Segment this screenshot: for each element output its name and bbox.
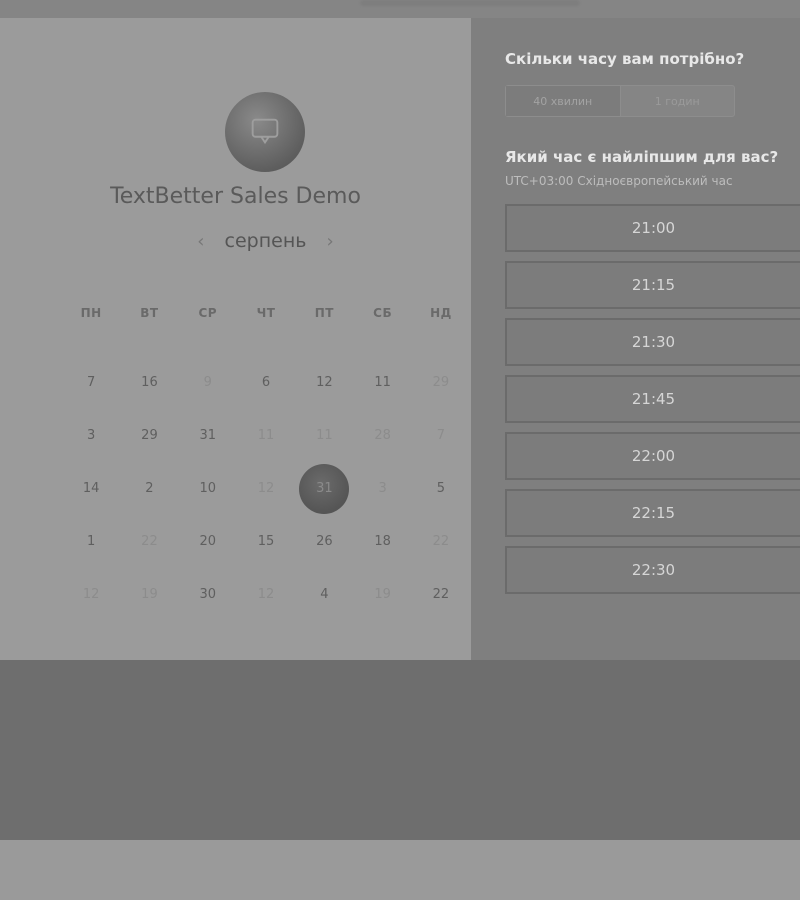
calendar-day: 7	[436, 428, 446, 443]
calendar-day[interactable]: 1	[62, 515, 120, 568]
time-slot-button[interactable]: 22:00	[505, 432, 800, 480]
calendar-day: 9	[203, 375, 212, 390]
calendar-day: 19	[374, 587, 391, 602]
calendar-day: 12	[257, 481, 275, 496]
calendar-day[interactable]: 7	[62, 356, 120, 409]
calendar-day: 3	[378, 481, 387, 496]
duration-question: Скільки часу вам потрібно?	[505, 50, 745, 68]
top-bar-blur	[360, 0, 580, 6]
chevron-left-icon[interactable]: ‹	[183, 231, 218, 252]
calendar-day: 22	[141, 534, 158, 549]
month-label: серпень	[224, 230, 307, 252]
duration-option[interactable]: 40 хвилин	[506, 86, 621, 116]
calendar-day: 12	[82, 587, 100, 602]
calendar-day[interactable]: 6	[237, 356, 295, 409]
calendar-day[interactable]: 31	[179, 409, 237, 462]
calendar-day[interactable]: 26	[295, 515, 353, 568]
calendar-panel: TextBetter Sales Demo ‹ серпень › ПН ВТ …	[0, 18, 471, 660]
calendar-day[interactable]: 3	[62, 409, 120, 462]
time-question: Який час є найліпшим для вас?	[505, 148, 779, 166]
chat-icon	[251, 118, 279, 145]
time-slot-button[interactable]: 21:00	[505, 204, 800, 252]
calendar-day[interactable]: 15	[237, 515, 295, 568]
calendar-day: 22	[432, 534, 450, 549]
calendar-grid: 7 16 9 6 12 11 29 3 29 31 11 11 28 7 14 …	[62, 356, 470, 621]
calendar-day[interactable]: 30	[179, 568, 237, 621]
calendar-day[interactable]: 29	[120, 409, 178, 462]
time-slot-button[interactable]: 22:30	[505, 546, 800, 594]
calendar-day[interactable]: 4	[295, 568, 353, 621]
month-navigation: ‹ серпень ›	[0, 230, 531, 252]
calendar-day[interactable]: 18	[353, 515, 411, 568]
calendar-day[interactable]: 11	[353, 356, 411, 409]
calendar-day[interactable]: 22	[412, 568, 470, 621]
calendar-day[interactable]: 5	[412, 462, 470, 515]
page-bottom	[0, 840, 800, 900]
calendar-day[interactable]: 16	[120, 356, 178, 409]
timezone-label[interactable]: UTC+03:00 Східноєвропейський час	[505, 174, 733, 188]
calendar-day[interactable]: 20	[179, 515, 237, 568]
calendar-day[interactable]: 2	[120, 462, 178, 515]
calendar-day: 29	[432, 375, 450, 390]
weekday-label: ВТ	[140, 306, 159, 320]
duration-option[interactable]: 1 годин	[621, 86, 735, 116]
calendar-day[interactable]: 14	[62, 462, 120, 515]
calendar-day[interactable]: 10	[179, 462, 237, 515]
time-slot-button[interactable]: 22:15	[505, 489, 800, 537]
time-slot-button[interactable]: 21:15	[505, 261, 800, 309]
calendar-day: 12	[257, 587, 275, 602]
time-slot-button[interactable]: 21:30	[505, 318, 800, 366]
weekday-label: СБ	[373, 306, 393, 320]
calendar-day: 19	[141, 587, 158, 602]
duration-selector: 40 хвилин 1 годин	[505, 85, 735, 117]
page-title: TextBetter Sales Demo	[110, 184, 361, 209]
calendar-day[interactable]: 12	[295, 356, 353, 409]
top-bar	[0, 0, 800, 18]
calendar-day: 11	[257, 428, 275, 443]
weekday-header: ПН ВТ СР ЧТ ПТ СБ НД	[62, 306, 470, 320]
weekday-label: НД	[430, 306, 452, 320]
weekday-label: ЧТ	[256, 306, 276, 320]
weekday-label: ПТ	[314, 306, 334, 320]
time-slot-button[interactable]: 21:45	[505, 375, 800, 423]
weekday-label: ПН	[80, 306, 102, 320]
calendar-day: 28	[374, 428, 391, 443]
weekday-label: СР	[198, 306, 218, 320]
avatar	[225, 92, 305, 172]
calendar-day-selected[interactable]: 31	[295, 462, 353, 515]
time-slot-list: 21:00 21:15 21:30 21:45 22:00 22:15 22:3…	[505, 204, 800, 603]
calendar-day: 11	[316, 428, 333, 443]
chevron-right-icon[interactable]: ›	[313, 231, 348, 252]
footer-area	[0, 660, 800, 840]
